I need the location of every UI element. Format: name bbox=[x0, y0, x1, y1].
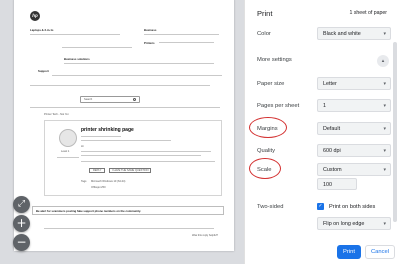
print-preview-area: hp Laptops & 2-in-1s Business Printers B… bbox=[0, 0, 244, 264]
two-sided-label: Two-sided bbox=[257, 204, 284, 210]
scale-value: Custom bbox=[323, 167, 342, 174]
text-line bbox=[52, 75, 222, 77]
header-label: Laptops & 2-in-1s bbox=[30, 28, 54, 32]
text-line bbox=[44, 228, 214, 230]
user-avatar bbox=[59, 129, 77, 147]
minus-icon: − bbox=[16, 235, 27, 249]
header-label: Support bbox=[38, 69, 49, 73]
fit-to-page-icon: ⤢ bbox=[17, 199, 26, 209]
print-button[interactable]: Print bbox=[337, 245, 361, 259]
preview-tabs: Printer Tech - Not Yet bbox=[44, 113, 69, 116]
text-line bbox=[81, 151, 211, 153]
preview-same-question-button: I HAVE THE SAME QUESTION bbox=[109, 168, 151, 173]
print-both-sides-label: Print on both sides bbox=[329, 204, 376, 210]
post-tag: Microsoft Windows 10 (64-bit) bbox=[91, 180, 126, 183]
chevron-down-icon: ▾ bbox=[383, 221, 386, 227]
quality-value: 600 dpi bbox=[323, 148, 341, 155]
chevron-down-icon: ▾ bbox=[383, 81, 386, 87]
color-label: Color bbox=[257, 31, 271, 37]
preview-search-icon bbox=[133, 98, 136, 101]
footer-text: Was this reply helpful? bbox=[192, 234, 218, 237]
chevron-down-icon: ▾ bbox=[383, 148, 386, 154]
chevron-down-icon: ▾ bbox=[383, 103, 386, 109]
color-select[interactable]: Black and white ▾ bbox=[317, 27, 391, 40]
paper-size-label: Paper size bbox=[257, 81, 285, 87]
chevron-down-icon: ▾ bbox=[383, 126, 386, 132]
preview-reply-button: REPLY bbox=[89, 168, 105, 173]
flip-edge-select[interactable]: Flip on long edge ▾ bbox=[317, 217, 391, 230]
text-line bbox=[81, 140, 171, 142]
text-line bbox=[81, 161, 215, 163]
chevron-down-icon: ▾ bbox=[383, 167, 386, 173]
scale-select[interactable]: Custom ▾ bbox=[317, 163, 391, 176]
text-line bbox=[30, 34, 120, 36]
preview-search-placeholder: Search bbox=[84, 98, 93, 101]
print-settings-panel: Print 1 sheet of paper Color Black and w… bbox=[244, 0, 400, 264]
annotation-circle-margins bbox=[249, 117, 287, 138]
text-line bbox=[62, 47, 132, 49]
chevron-down-icon: ▾ bbox=[383, 31, 386, 37]
zoom-in-button[interactable]: + bbox=[13, 215, 30, 232]
text-line bbox=[64, 63, 214, 65]
chevron-up-icon: ▴ bbox=[377, 55, 389, 67]
paper-size-select[interactable]: Letter ▾ bbox=[317, 77, 391, 90]
user-rank: Level 1 bbox=[61, 150, 70, 153]
margins-value: Default bbox=[323, 126, 341, 133]
pages-per-sheet-label: Pages per sheet bbox=[257, 103, 300, 109]
cancel-button[interactable]: Cancel bbox=[365, 245, 395, 259]
margins-select[interactable]: Default ▾ bbox=[317, 122, 391, 135]
text-line bbox=[81, 155, 201, 157]
flip-edge-value: Flip on long edge bbox=[323, 221, 365, 228]
panel-scrollbar[interactable] bbox=[393, 42, 397, 222]
paper-size-value: Letter bbox=[323, 81, 337, 88]
checkbox-checked-icon[interactable]: ✓ bbox=[317, 203, 324, 210]
sheet-count: 1 sheet of paper bbox=[349, 10, 388, 16]
post-tag: Tags bbox=[81, 180, 87, 183]
same-question-label: I HAVE THE SAME QUESTION bbox=[112, 169, 149, 172]
scale-percent-input[interactable]: 100 bbox=[317, 178, 357, 190]
banner-text: Be alert for scammers posting fake suppo… bbox=[36, 209, 142, 213]
fit-to-page-button[interactable]: ⤢ bbox=[13, 196, 30, 213]
text-line bbox=[159, 42, 214, 44]
color-value: Black and white bbox=[323, 31, 361, 38]
post-tag: Officejet 250 bbox=[91, 186, 106, 189]
dialog-title: Print bbox=[257, 9, 273, 18]
header-label: Business solutions bbox=[64, 57, 90, 61]
quality-select[interactable]: 600 dpi ▾ bbox=[317, 144, 391, 157]
plus-icon: + bbox=[16, 216, 27, 230]
preview-alert-banner: Be alert for scammers posting fake suppo… bbox=[32, 206, 224, 215]
quality-label: Quality bbox=[257, 148, 276, 154]
preview-post-card: Level 1 printer shrinking page Hi REPLY … bbox=[44, 120, 222, 196]
divider bbox=[30, 107, 220, 108]
header-label: Business bbox=[144, 28, 157, 32]
pages-per-sheet-select[interactable]: 1 ▾ bbox=[317, 99, 391, 112]
hp-logo: hp bbox=[30, 11, 40, 21]
text-line bbox=[144, 34, 219, 36]
zoom-out-button[interactable]: − bbox=[13, 234, 30, 251]
more-settings-toggle[interactable]: More settings ▴ bbox=[245, 52, 397, 70]
text-line bbox=[57, 157, 79, 159]
header-label: Printers bbox=[144, 41, 155, 45]
reply-label: REPLY bbox=[93, 169, 102, 172]
post-heading: printer shrinking page bbox=[81, 127, 134, 133]
more-settings-label: More settings bbox=[257, 57, 292, 63]
divider bbox=[30, 85, 210, 86]
preview-search-box: Search bbox=[80, 96, 140, 103]
question-greeting: Hi bbox=[81, 145, 84, 148]
pages-per-sheet-value: 1 bbox=[323, 103, 326, 110]
preview-page: hp Laptops & 2-in-1s Business Printers B… bbox=[14, 0, 234, 251]
text-line bbox=[81, 136, 121, 138]
annotation-circle-scale bbox=[249, 158, 281, 179]
